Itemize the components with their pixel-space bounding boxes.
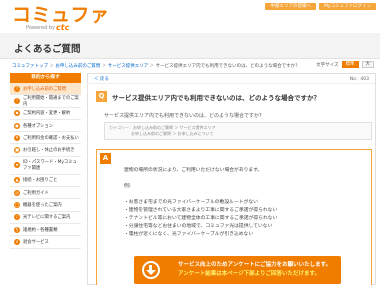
faq-main-panel: ＜ 戻る No：403 Q サービス提供エリア内でも利用できないのは、どのような… [87,73,376,285]
question-row: Q サービス提供エリア内でも利用できないのは、どのような場合ですか？ [96,91,320,102]
survey-banner-line1: サービス向上のためアンケートにご協力をお願いいたします。 [178,262,332,268]
sidebar-item-guide[interactable]: ◎ ご利用ガイド [10,187,81,200]
tv-icon: ♪ [14,214,20,221]
document-icon: § [14,226,20,233]
close-icon: × [14,238,20,245]
survey-banner-line2: アンケート結果は本ページ下部よりご回答いただけます。 [178,271,321,277]
sidebar-item-label: 諸規約・各種書類 [23,227,58,233]
site-header: コミュファ Powered by ctc 中部エリアの皆様へ Myコミュファログ… [0,0,380,33]
contract-icon: ◆ [14,110,20,117]
survey-banner[interactable]: サービス向上のためアンケートにご協力をお願いいたします。 アンケート結果は本ペー… [134,256,341,284]
answer-line: 例） [124,184,134,189]
sidebar-item-label: 光テレビに関するご案内 [23,215,71,221]
answer-line: 建物の場所の状況により、ご利用いただけない場合があります。 [124,168,263,173]
top-links: 中部エリアの皆様へ Myコミュファログイン [265,3,376,10]
survey-banner-text: サービス向上のためアンケートにご協力をお願いいたします。 アンケート結果は本ペー… [178,261,331,279]
question-detail: サービス提供エリア内でも利用できないのは、どのような場合ですか？ [104,113,265,119]
font-size-switcher: 文字サイズ 標準 大 [316,61,374,68]
answer-line [124,175,277,183]
sidebar-item-tv[interactable]: ♪ 光テレビに関するご案内 [10,211,81,224]
sidebar-item-start-service[interactable]: ! ご利用開始・開通までのご案内 [10,95,81,108]
logo-brand-text: ctc [56,23,70,32]
answer-line [124,191,277,199]
font-size-large-button[interactable]: 大 [361,61,374,68]
logo-sub-text: Powered by [26,25,55,31]
info-icon: ! [14,97,20,104]
sidebar-header: 目的から探す [10,73,81,83]
key-icon: ★ [14,162,20,169]
sidebar-item-label: 機器を使ったご案内 [23,203,62,209]
faq-number: No：403 [349,76,369,82]
question-icon: ? [14,85,20,92]
yen-icon: ¥ [14,134,20,141]
sidebar-item-moving[interactable]: ■ お引越し・休止のお手続き [10,144,81,157]
sidebar-item-label: 接続・お困りごと [23,178,58,184]
sidebar-item-id-password[interactable]: ★ ID・パスワード・Myコミュファ関連 [10,156,81,175]
breadcrumb-area[interactable]: サービス提供エリア [108,64,149,69]
sidebar-item-documents[interactable]: § 諸規約・各種書類 [10,223,81,237]
sidebar-item-contract[interactable]: ◆ ご契約内容・変更・解約 [10,107,81,120]
answer-line: ・テナントビル等において建物全体の工事に関するご承諾が得られない [124,216,278,221]
sidebar-item-label: ご契約内容・変更・解約 [23,111,71,117]
answer-box: A 建物の場所の状況により、ご利用いただけない場合があります。 例） ・お客さま… [96,149,372,285]
breadcrumb-current: サービス提供エリア内でも利用できないのは、どのような場合ですか？ [155,64,300,69]
commufa-logo[interactable]: コミュファ Powered by ctc [12,6,110,33]
category-link-area[interactable]: お申し込み前のご質問 ＞ サービス提供エリア [133,125,216,130]
answer-line: ・分譲住宅等などお住まいの地域で、コミュファ光は提供していない [124,224,273,229]
answer-line: ・電柱が近くになく、光ファイバーケーブルが引き込めない [124,232,254,237]
sidebar-item-label: お引越し・休止のお手続き [23,148,75,154]
sidebar-item-label: ご利用ガイド [23,190,49,196]
arrow-down-circle-icon [142,261,160,279]
question-badge: Q [96,91,107,102]
title-band: よくあるご質問 [0,33,380,59]
back-link[interactable]: ＜ 戻る [94,76,109,82]
category-box: カテゴリー：お申し込み前のご質問 ＞ サービス提供エリア お申し込み前のご質問 … [104,122,372,140]
sidebar: 目的から探す ? お申し込み前のご質問 ! ご利用開始・開通までのご案内 ◆ ご契約内… [10,73,81,285]
page-title: よくあるご質問 [14,44,81,55]
font-size-standard-button[interactable]: 標準 [341,61,359,68]
sidebar-item-label: 退会サービス [23,239,49,245]
top-link-chubu[interactable]: 中部エリアの皆様へ [265,3,316,10]
breadcrumb-faq[interactable]: お申し込み前のご質問 [55,64,100,69]
sidebar-item-label: ご利用開始・開通までのご案内 [23,95,79,107]
sidebar-item-label: ID・パスワード・Myコミュファ関連 [23,160,77,172]
option-icon: ● [14,122,20,129]
sidebar-item-connection[interactable]: ▲ 接続・お困りごと [10,174,81,188]
answer-badge: A [100,153,111,164]
sidebar-item-pre-application[interactable]: ? お申し込み前のご質問 [10,83,81,96]
sidebar-item-billing[interactable]: ¥ ご利用料金の確認・お支払い [10,132,81,145]
breadcrumb-home[interactable]: コミュファトップ [12,64,48,69]
sidebar-item-label: お申し込み前のご質問 [23,86,66,92]
category-link-application[interactable]: お申し込み前のご質問 ＞ お申し込みについて [131,131,213,136]
sidebar-item-options[interactable]: ● 各種オプション [10,119,81,133]
sidebar-item-label: 各種オプション [23,123,54,129]
moving-icon: ■ [14,147,20,154]
sidebar-item-withdrawal[interactable]: × 退会サービス [10,236,81,249]
warning-icon: ▲ [14,177,20,184]
font-size-label: 文字サイズ [316,62,339,68]
sidebar-item-label: ご利用料金の確認・お支払い [23,135,79,141]
answer-line: ・お客さま宅までの光ファイバーケーブルの敷設ルートがない [124,200,258,205]
device-icon: □ [14,202,20,209]
breadcrumb: コミュファトップ ＞ お申し込み前のご質問 ＞ サービス提供エリア ＞ サービス… [12,64,300,69]
category-label: カテゴリー： [109,125,133,130]
sidebar-item-devices[interactable]: □ 機器を使ったご案内 [10,199,81,212]
question-title: サービス提供エリア内でも利用できないのは、どのような場合ですか？ [112,93,320,102]
top-link-mycommufa[interactable]: Myコミュファログイン [318,3,376,10]
main-toolbar: ＜ 戻る No：403 [88,74,375,84]
guide-icon: ◎ [14,189,20,196]
answer-content: 建物の場所の状況により、ご利用いただけない場合があります。 例） ・お客さま宅ま… [124,167,277,239]
answer-line: ・建物を管理されている大家さまより工事に関するご承諾が得られない [124,208,278,213]
